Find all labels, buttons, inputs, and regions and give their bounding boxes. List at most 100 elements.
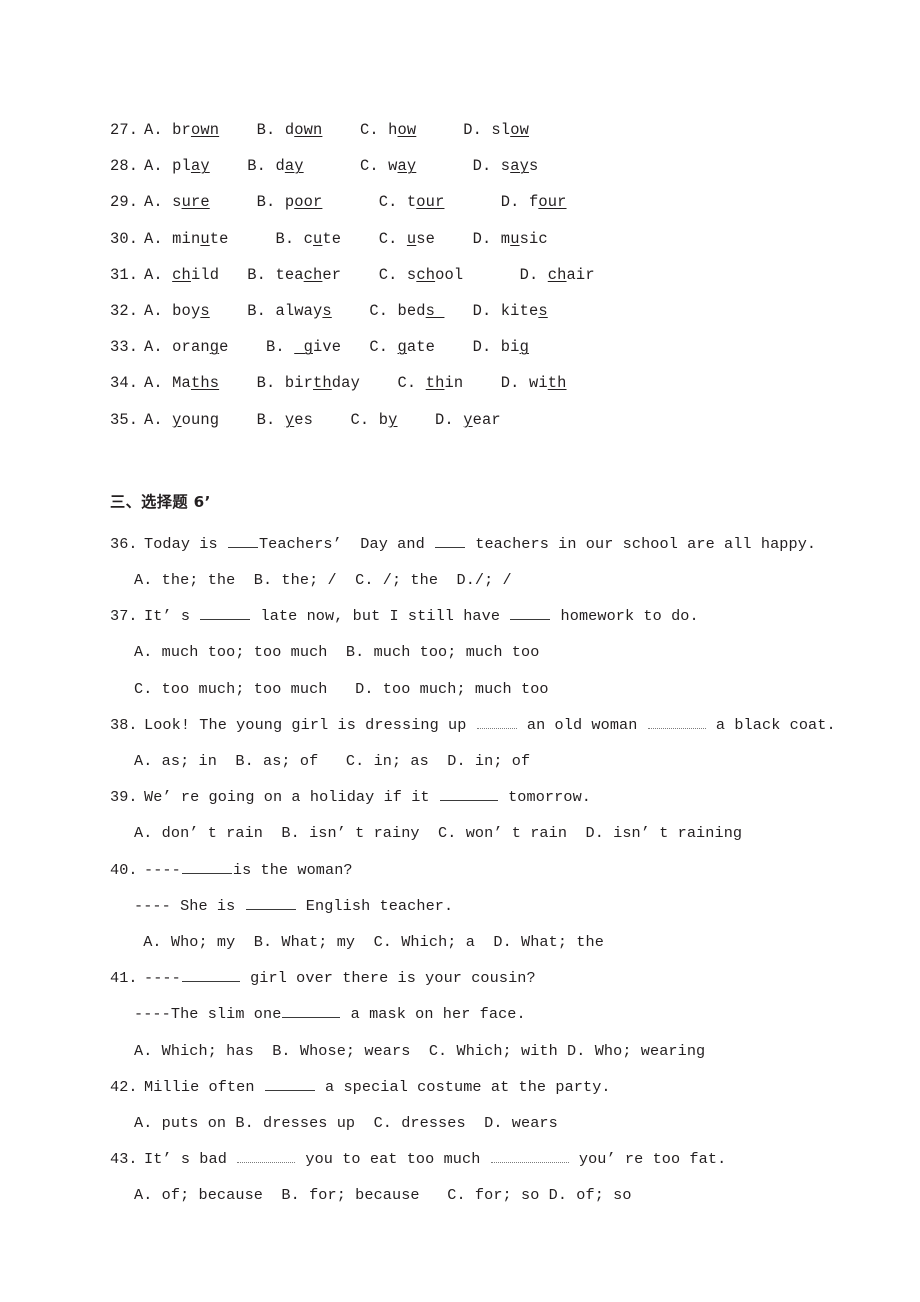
answer-blank[interactable] (200, 605, 251, 621)
stem-text: ---- She is (134, 896, 245, 915)
phonetics-option[interactable]: A. Maths (144, 365, 219, 401)
answer-options-second-line[interactable]: C. too much; too much D. too much; much … (110, 671, 850, 707)
phonetics-option[interactable]: C. school (379, 257, 464, 293)
phonetics-option[interactable]: A. boys (144, 293, 210, 329)
option-word-part: te (209, 229, 229, 248)
phonetics-row: 31. A. child B. teacher C. school D. chai… (110, 257, 850, 293)
question-stem: 40. ---- is the woman? (110, 852, 850, 888)
phonetics-option[interactable]: C. how (360, 112, 416, 148)
phonetics-option[interactable]: D. says (473, 148, 539, 184)
option-word-part: oung (181, 410, 220, 429)
underlined-letters: ch (416, 265, 436, 284)
stem-text: girl over there is your cousin? (240, 969, 536, 988)
option-gap (341, 230, 379, 248)
option-word-part: air (566, 265, 595, 284)
underlined-letters: s (425, 302, 445, 321)
answer-blank[interactable] (476, 714, 517, 729)
phonetics-option[interactable]: B. yes (257, 402, 313, 438)
phonetics-option[interactable]: D. slow (463, 112, 529, 148)
stem-text: ---- (144, 860, 181, 879)
option-word-part: e (219, 338, 229, 357)
option-word-part: bir (284, 374, 314, 393)
phonetics-option[interactable]: A. young (144, 402, 219, 438)
answer-blank[interactable] (490, 1148, 569, 1164)
stem-text: teachers in our school are all happy. (466, 534, 817, 553)
phonetics-option[interactable]: C. beds (369, 293, 444, 329)
question-number: 41. (110, 969, 138, 988)
option-word-part: s (528, 157, 539, 176)
answer-options[interactable]: A. don’ t rain B. isn’ t rainy C. won’ t… (110, 815, 850, 851)
phonetics-option[interactable]: B. give (266, 329, 341, 365)
answer-options[interactable]: A. Which; has B. Whose; wears C. Which; … (110, 1033, 850, 1069)
stem-text: Today is (144, 534, 227, 553)
answer-blank[interactable] (282, 1004, 341, 1019)
phonetics-option[interactable]: A. brown (144, 112, 219, 148)
answer-blank[interactable] (435, 533, 466, 548)
phonetics-option[interactable]: C. thin (398, 365, 464, 401)
answer-options[interactable]: A. as; in B. as; of C. in; as D. in; of (110, 743, 850, 779)
answer-blank[interactable] (510, 605, 551, 621)
phonetics-option[interactable]: B. poor (257, 184, 323, 220)
answer-blank[interactable] (245, 895, 296, 910)
answer-blank[interactable] (181, 859, 232, 874)
page-content: 27. A. brown B. down C. how D. slow 28. A. … (110, 112, 850, 1214)
phonetics-option[interactable]: D. big (473, 329, 529, 365)
underlined-letters: u (406, 229, 417, 248)
option-letter: A. (144, 157, 173, 176)
phonetics-option[interactable]: A. child (144, 257, 219, 293)
phonetics-option[interactable]: B. always (247, 293, 332, 329)
option-gap (219, 411, 257, 429)
phonetics-option[interactable]: B. cute (275, 221, 341, 257)
underlined-letters: s (322, 302, 332, 321)
answer-blank[interactable] (181, 967, 240, 983)
phonetics-option[interactable]: D. year (435, 402, 501, 438)
answer-options[interactable]: A. Who; my B. What; my C. Which; a D. Wh… (110, 924, 850, 960)
option-letter: B. (275, 229, 304, 248)
option-letter: C. (369, 338, 398, 357)
phonetics-option[interactable]: C. way (360, 148, 416, 184)
phonetics-option[interactable]: D. four (501, 184, 567, 220)
stem-text: It’ s (144, 607, 200, 626)
answer-blank[interactable] (264, 1076, 315, 1091)
answer-options[interactable]: A. of; because B. for; because C. for; s… (110, 1177, 850, 1213)
option-gap (322, 193, 378, 211)
option-word-part: m (500, 229, 511, 248)
answer-options[interactable]: A. the; the B. the; / C. /; the D./; / (110, 562, 850, 598)
phonetics-option[interactable]: D. kites (473, 293, 548, 329)
phonetics-option[interactable]: B. teacher (247, 257, 341, 293)
question-number: 34. (110, 374, 139, 393)
underlined-letters: ay (397, 157, 417, 176)
option-gap (341, 266, 379, 284)
underlined-letters: ay (510, 157, 529, 176)
underlined-letters: th (313, 374, 332, 393)
phonetics-option[interactable]: D. music (473, 221, 548, 257)
option-word-part: t (406, 193, 417, 212)
answer-options[interactable]: A. much too; too much B. much too; much … (110, 634, 850, 670)
phonetics-option[interactable]: B. birthday (257, 365, 360, 401)
phonetics-row: 32. A. boys B. always C. beds D. kites (110, 293, 850, 329)
option-letter: C. (378, 229, 407, 248)
phonetics-option[interactable]: D. chair (520, 257, 595, 293)
phonetics-option[interactable]: A. minute (144, 221, 229, 257)
phonetics-option[interactable]: C. by (351, 402, 398, 438)
phonetics-row: 28. A. play B. day C. way D. says (110, 148, 850, 184)
answer-blank[interactable] (439, 786, 498, 802)
underlined-letters: oor (294, 193, 323, 212)
answer-options[interactable]: A. puts on B. dresses up C. dresses D. w… (110, 1105, 850, 1141)
answer-blank[interactable] (227, 533, 258, 548)
phonetics-option[interactable]: C. use (379, 221, 435, 257)
phonetics-option[interactable]: D. with (501, 365, 567, 401)
answer-blank[interactable] (647, 714, 706, 729)
phonetics-option[interactable]: C. tour (379, 184, 445, 220)
phonetics-option[interactable]: B. day (247, 148, 303, 184)
phonetics-option[interactable]: B. down (257, 112, 323, 148)
phonetics-option[interactable]: C. gate (369, 329, 435, 365)
option-gap (229, 230, 276, 248)
question-stem: 41. ---- girl over there is your cousin? (110, 960, 850, 996)
phonetics-option[interactable]: A. sure (144, 184, 210, 220)
phonetics-option[interactable]: A. orange (144, 329, 229, 365)
phonetics-option[interactable]: A. play (144, 148, 210, 184)
answer-blank[interactable] (237, 1148, 296, 1164)
underlined-letters: our (538, 193, 567, 212)
underlined-letters: ay (284, 157, 304, 176)
